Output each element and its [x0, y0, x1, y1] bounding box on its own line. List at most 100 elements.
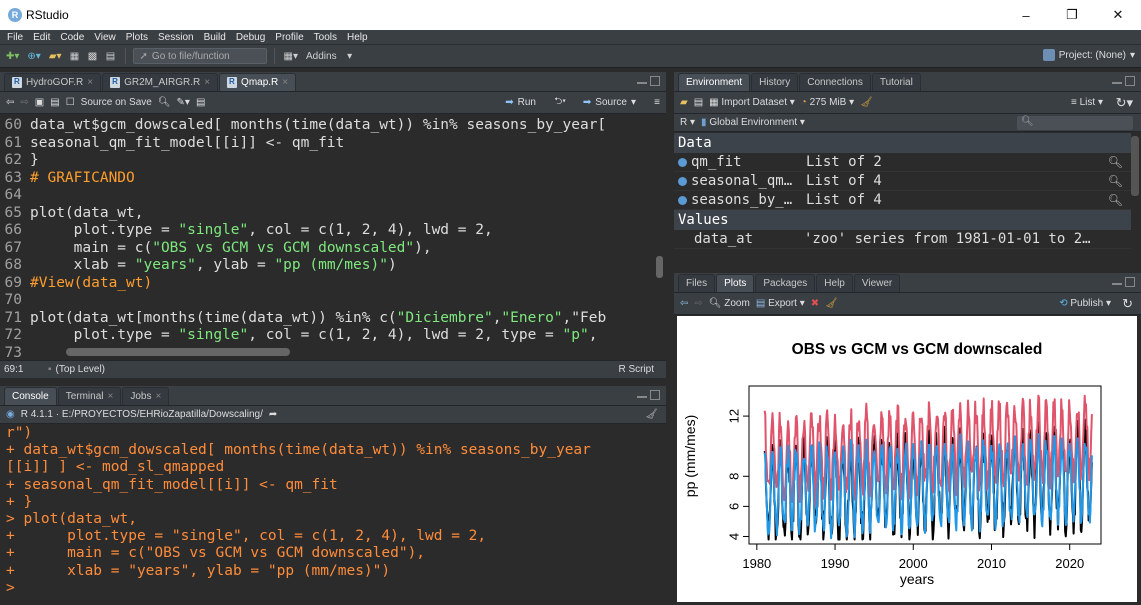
new-project-icon[interactable]: ⊕▾ — [25, 48, 42, 64]
print-icon[interactable]: ▤ — [104, 48, 118, 64]
editor-hscroll[interactable] — [66, 348, 290, 356]
remove-plot-icon[interactable]: ✖ — [811, 298, 819, 309]
refresh-icon[interactable]: ↻▾ — [1116, 95, 1133, 111]
save-all-icon[interactable]: ▩ — [86, 48, 100, 64]
source-button[interactable]: ➡ Source ▾ — [583, 97, 636, 108]
memory-usage[interactable]: ◔ 275 MiB ▾ — [801, 97, 854, 108]
env-row[interactable]: qm_fit List of 2 🔍︎ — [674, 153, 1131, 172]
code-area[interactable]: 60 data_wt$gcm_dowscaled[ months(time(dat… — [0, 117, 652, 362]
menu-file[interactable]: File — [2, 32, 28, 43]
view-icon[interactable]: 🔍︎ — [1108, 193, 1123, 207]
menu-build[interactable]: Build — [199, 32, 231, 43]
refresh-icon[interactable]: ↻ — [1122, 296, 1133, 312]
maximize-pane-icon[interactable] — [1125, 76, 1135, 86]
close-icon[interactable]: × — [155, 391, 161, 402]
menu-profile[interactable]: Profile — [270, 32, 308, 43]
load-workspace-icon[interactable]: ▰ — [680, 97, 688, 108]
env-row[interactable]: seasons_by_… List of 4 🔍︎ — [674, 191, 1131, 210]
source-on-save-checkbox[interactable]: ☐ — [66, 97, 75, 108]
menu-code[interactable]: Code — [55, 32, 89, 43]
export-button[interactable]: ▤ Export ▾ — [756, 298, 805, 309]
expand-icon[interactable] — [678, 157, 687, 167]
list-view-dropdown[interactable]: ≡ List ▾ — [1071, 97, 1103, 108]
minimize-pane-icon[interactable] — [1112, 277, 1122, 285]
next-plot-icon[interactable]: ⇨ — [694, 298, 702, 309]
close-icon[interactable]: × — [282, 77, 288, 88]
publish-button[interactable]: ⟲ Publish ▾ — [1059, 298, 1111, 309]
maximize-button[interactable]: ❐ — [1049, 0, 1095, 30]
goto-file-input[interactable]: ➚ Go to file/function — [132, 48, 267, 64]
pane-window-controls[interactable] — [637, 390, 660, 400]
save-workspace-icon[interactable]: ▤ — [694, 97, 703, 108]
close-button[interactable]: ✕ — [1095, 0, 1141, 30]
save-icon[interactable]: ▤ — [50, 97, 59, 108]
compile-report-icon[interactable]: ▤ — [196, 97, 205, 108]
outline-icon[interactable]: ≡ — [654, 97, 660, 108]
env-row[interactable]: data_at 'zoo' series from 1981-01-01 to 2… — [674, 230, 1131, 249]
broom-icon[interactable]: 🧹︎ — [825, 298, 838, 309]
minimize-button[interactable]: – — [1003, 0, 1049, 30]
tab-viewer[interactable]: Viewer — [853, 274, 901, 292]
rerun-icon[interactable]: ⮌▾ — [554, 94, 566, 111]
show-in-window-icon[interactable]: ▣ — [35, 97, 44, 108]
expand-icon[interactable] — [678, 195, 687, 205]
menu-edit[interactable]: Edit — [28, 32, 55, 43]
new-file-icon[interactable]: ✚▾ — [4, 48, 21, 64]
view-icon[interactable]: 🔍︎ — [1108, 174, 1123, 188]
tab-terminal[interactable]: Terminal × — [57, 387, 122, 405]
menu-debug[interactable]: Debug — [231, 32, 270, 43]
tab-files[interactable]: Files — [678, 274, 716, 292]
menu-session[interactable]: Session — [153, 32, 199, 43]
menu-view[interactable]: View — [89, 32, 121, 43]
view-icon[interactable]: 🔍︎ — [1108, 155, 1123, 169]
minimize-pane-icon[interactable] — [1112, 76, 1122, 84]
maximize-pane-icon[interactable] — [650, 390, 660, 400]
tab-jobs[interactable]: Jobs × — [122, 387, 170, 405]
tab-gr2m[interactable]: GR2M_AIRGR.R× — [102, 73, 219, 91]
back-icon[interactable]: ⇦ — [6, 97, 14, 108]
pane-window-controls[interactable] — [637, 76, 660, 86]
save-icon[interactable]: ▦ — [68, 48, 82, 64]
close-icon[interactable]: × — [108, 391, 114, 402]
tab-environment[interactable]: Environment — [678, 73, 751, 91]
broom-icon[interactable]: 🧹︎ — [860, 97, 873, 108]
env-search-input[interactable]: 🔍︎ — [1017, 116, 1133, 130]
menu-tools[interactable]: Tools — [309, 32, 342, 43]
pane-window-controls[interactable] — [1112, 277, 1135, 287]
project-menu[interactable]: Project: (None) ▾ — [1042, 49, 1135, 61]
close-icon[interactable]: × — [87, 77, 93, 88]
expand-icon[interactable] — [678, 176, 687, 186]
menu-help[interactable]: Help — [342, 32, 373, 43]
minimize-pane-icon[interactable] — [637, 390, 647, 398]
tab-packages[interactable]: Packages — [755, 274, 816, 292]
tab-qmap[interactable]: Qmap.R× — [219, 73, 297, 91]
scope-label[interactable]: (Top Level) — [56, 364, 105, 375]
minimize-pane-icon[interactable] — [637, 76, 647, 84]
tab-console[interactable]: Console — [4, 387, 57, 405]
language-dropdown[interactable]: R ▾ — [680, 117, 695, 128]
maximize-pane-icon[interactable] — [1125, 277, 1135, 287]
tab-tutorial[interactable]: Tutorial — [871, 73, 921, 91]
addins-button[interactable]: Addins — [304, 48, 339, 64]
clear-console-icon[interactable]: 🧹︎ — [645, 409, 658, 420]
console-output[interactable]: r") + data_wt$gcm_dowscaled[ months(time(… — [6, 425, 656, 603]
editor-vscroll[interactable] — [656, 256, 663, 278]
goto-dir-icon[interactable]: ➦ — [269, 409, 277, 420]
menu-plots[interactable]: Plots — [121, 32, 153, 43]
run-button[interactable]: ➡ Run — [505, 97, 536, 108]
import-dataset-button[interactable]: ▦ Import Dataset ▾ — [709, 97, 795, 108]
tab-help[interactable]: Help — [816, 274, 853, 292]
pane-window-controls[interactable] — [1112, 76, 1135, 86]
file-type-label[interactable]: R Script — [618, 364, 654, 375]
environment-scope-dropdown[interactable]: ▮ Global Environment ▾ — [701, 117, 805, 128]
zoom-button[interactable]: 🔍︎ Zoom — [709, 298, 750, 309]
search-icon[interactable]: 🔍︎ — [158, 97, 171, 108]
forward-icon[interactable]: ⇨ — [20, 97, 28, 108]
env-vscroll[interactable] — [1131, 136, 1139, 196]
open-file-icon[interactable]: ▰▾ — [47, 48, 64, 64]
env-row[interactable]: seasonal_qm… List of 4 🔍︎ — [674, 172, 1131, 191]
close-icon[interactable]: × — [204, 77, 210, 88]
grid-layout-icon[interactable]: ▦▾ — [282, 48, 300, 64]
tab-plots[interactable]: Plots — [716, 274, 755, 292]
prev-plot-icon[interactable]: ⇦ — [680, 298, 688, 309]
